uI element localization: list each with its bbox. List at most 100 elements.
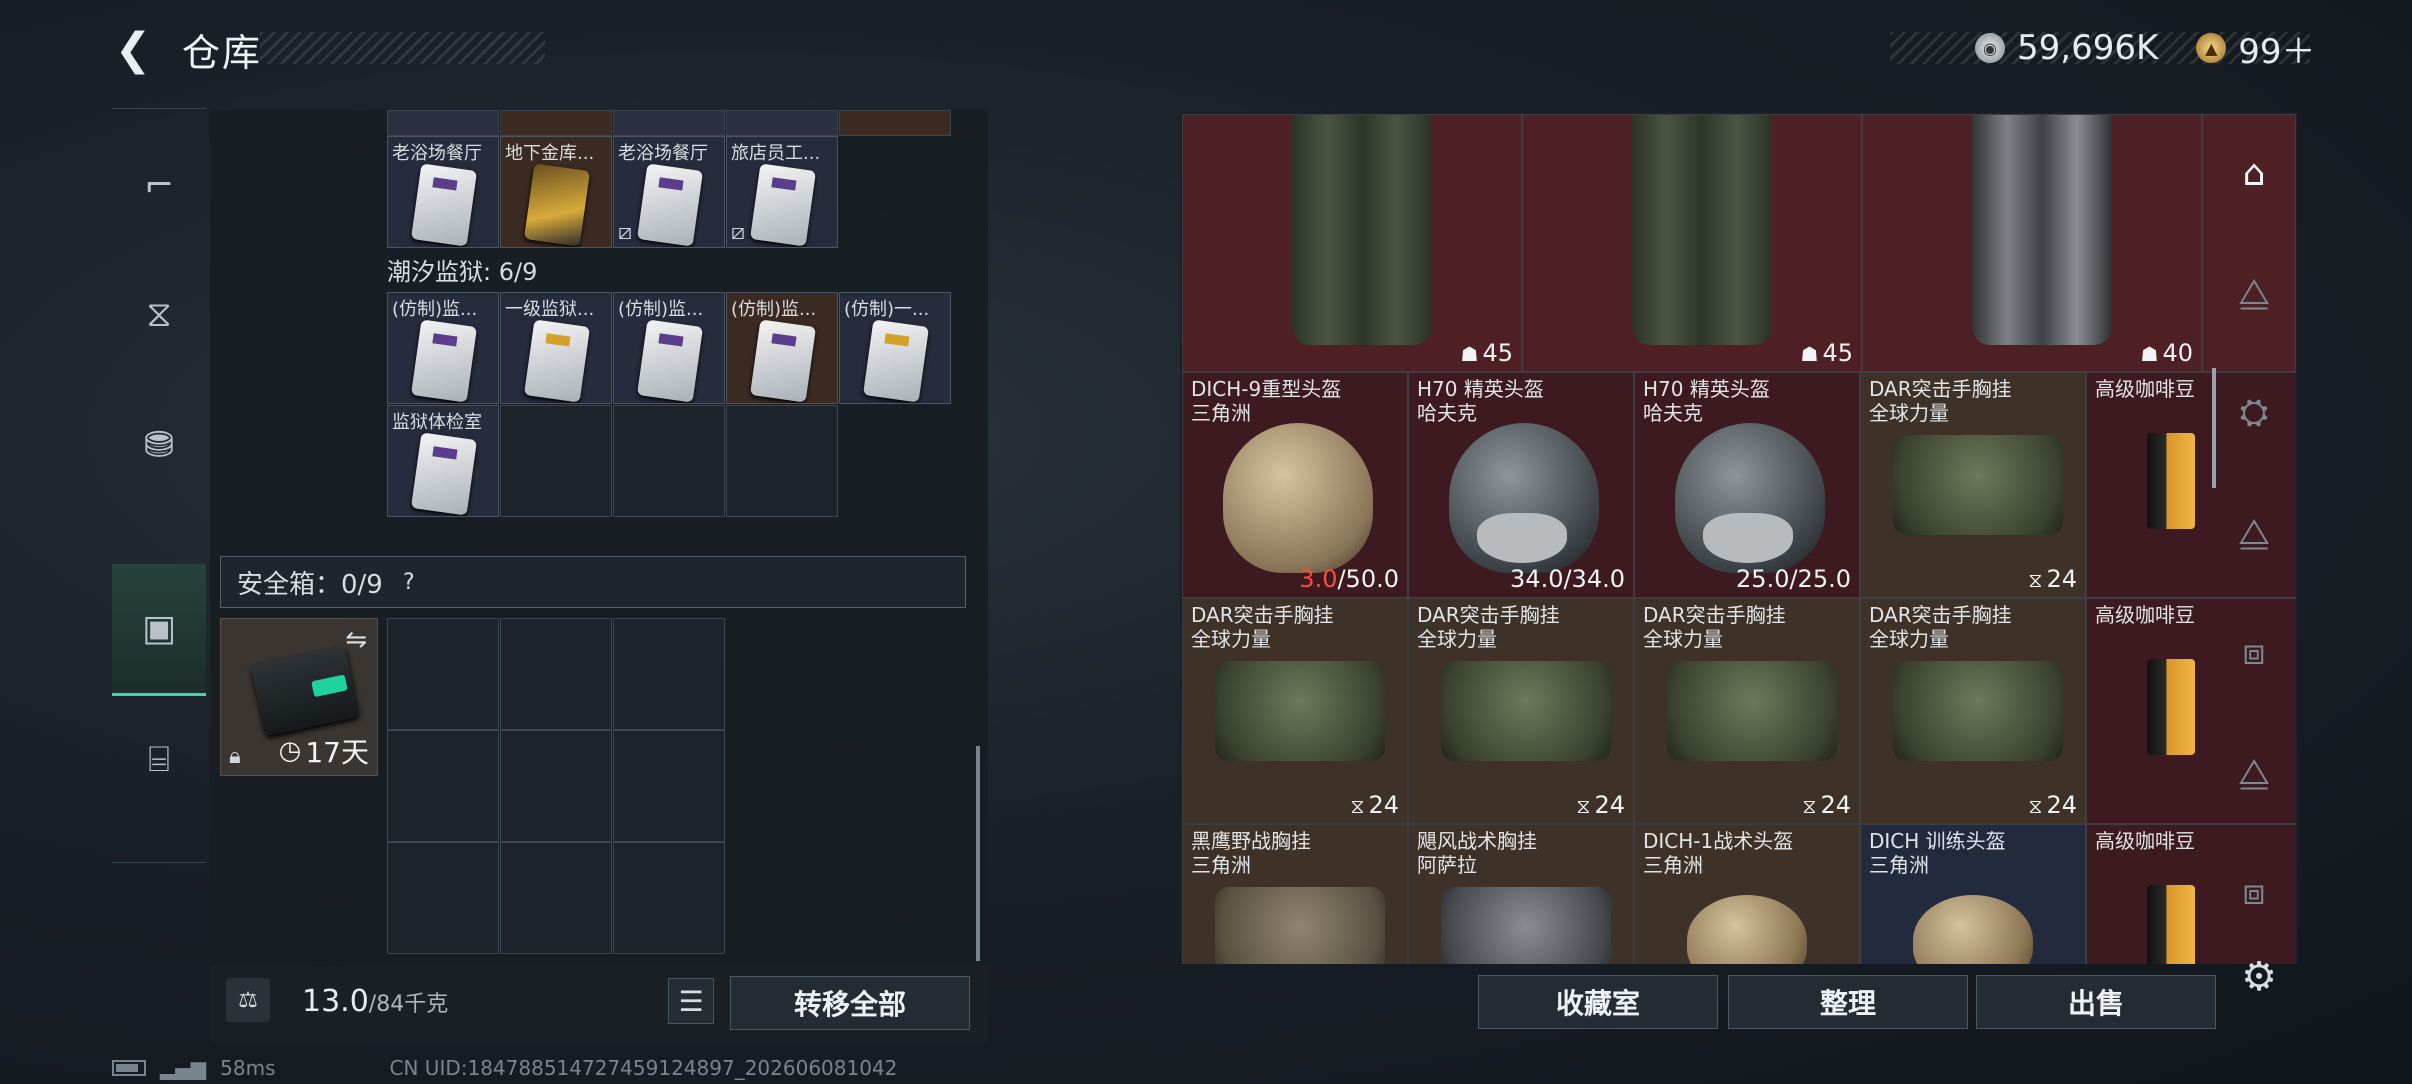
- ping-text: 58ms: [220, 1056, 276, 1080]
- stash-tab-icon[interactable]: ⧈: [2210, 838, 2298, 948]
- stash-home-icon[interactable]: ⌂: [2210, 118, 2298, 228]
- safebox-slot[interactable]: [500, 842, 612, 954]
- stash-item[interactable]: ☗ 45: [1522, 114, 1862, 372]
- item-name: DAR突击手胸挂 全球力量: [1869, 603, 2012, 651]
- empty-slot[interactable]: [726, 405, 838, 517]
- keycard-slot[interactable]: 旅店员工... ⧄: [726, 136, 838, 248]
- stash-item[interactable]: H70 精英头盔 哈夫克 25.0/25.0: [1634, 372, 1860, 598]
- item-capacity: ☗ 45: [1461, 339, 1513, 367]
- safebox-slot[interactable]: [500, 618, 612, 730]
- keycard-slot[interactable]: (仿制)一...: [839, 292, 951, 404]
- empty-slot[interactable]: [613, 405, 725, 517]
- transfer-all-button[interactable]: 转移全部: [730, 976, 970, 1030]
- safebox-case-slot[interactable]: ⇋ 🔒︎ ◷ 17天: [220, 618, 378, 776]
- scrollbar[interactable]: [976, 746, 980, 961]
- keycard-label: (仿制)监...: [731, 299, 817, 320]
- case-icon[interactable]: ▣: [112, 564, 206, 696]
- capacity-value: 24: [2046, 565, 2077, 593]
- stash-item[interactable]: DAR突击手胸挂 全球力量 ⧖ 24: [1860, 372, 2086, 598]
- coffee-image: [2147, 433, 2195, 529]
- grid-cell: [613, 110, 725, 136]
- keycard-slot[interactable]: 一级监狱...: [500, 292, 612, 404]
- item-capacity: ⧖ 24: [1350, 791, 1399, 819]
- stash-grid: ☗ 45 ☗ 45 ☗ 40 DICH-9重型头盔 三角洲 3.0/50.0 H70 精…: [1182, 114, 2296, 964]
- sell-button[interactable]: 出售: [1976, 975, 2216, 1029]
- backpack-icon[interactable]: ⛃: [112, 379, 206, 511]
- toolbox-icon[interactable]: ⌸: [112, 694, 206, 826]
- case-timer-text: 17天: [305, 736, 369, 769]
- prison-section-label: 潮汐监狱: 6/9: [387, 258, 538, 286]
- gun-icon[interactable]: ⌐: [112, 119, 206, 251]
- organize-button[interactable]: 整理: [1728, 975, 1968, 1029]
- helmet-image: [1223, 423, 1373, 573]
- clock-icon: ◷: [278, 736, 302, 766]
- currency-bar: ◉ 59,696K ▲ 99＋: [1975, 26, 2316, 72]
- helmet-image: [1675, 423, 1825, 573]
- weight-max: /84千克: [368, 992, 449, 1017]
- back-arrow-icon[interactable]: ❮: [110, 24, 156, 75]
- safebox-slot[interactable]: [613, 730, 725, 842]
- chest-rig-image: [1441, 887, 1611, 964]
- safebox-slot[interactable]: [387, 618, 499, 730]
- grid-cell: [726, 110, 838, 136]
- stash-tab-icon[interactable]: ⧈: [2210, 598, 2298, 708]
- safebox-slot[interactable]: [387, 842, 499, 954]
- safebox-slot[interactable]: [387, 730, 499, 842]
- stash-item[interactable]: DICH 训练头盔 三角洲: [1860, 824, 2086, 964]
- vest-icon[interactable]: ⧖: [112, 249, 206, 381]
- stash-tab-icon[interactable]: ⧋: [2210, 238, 2298, 348]
- keycard-icon: [410, 319, 478, 403]
- list-view-button[interactable]: ☰: [668, 978, 714, 1024]
- item-name: 高级咖啡豆: [2095, 829, 2195, 853]
- keycard-slot[interactable]: 监狱体检室: [387, 405, 499, 517]
- help-icon[interactable]: ?: [393, 566, 425, 598]
- capacity-value: 45: [1822, 339, 1853, 367]
- stash-item[interactable]: DICH-1战术头盔 三角洲: [1634, 824, 1860, 964]
- keycard-slot[interactable]: (仿制)监...: [387, 292, 499, 404]
- stash-item[interactable]: DAR突击手胸挂 全球力量 ⧖ 24: [1860, 598, 2086, 824]
- stash-tab-icon[interactable]: ⧋: [2210, 718, 2298, 828]
- stash-item[interactable]: DAR突击手胸挂 全球力量 ⧖ 24: [1634, 598, 1860, 824]
- stash-item[interactable]: ☗ 45: [1182, 114, 1522, 372]
- stash-tab-icon[interactable]: ⧋: [2210, 478, 2298, 588]
- keycard-label: 地下金库...: [505, 143, 595, 164]
- safebox-slot[interactable]: [500, 730, 612, 842]
- gold-coin-icon: ▲: [2196, 33, 2227, 63]
- swap-icon[interactable]: ⇋: [345, 625, 367, 655]
- keycard-slot[interactable]: 老浴场餐厅 ⧄: [613, 136, 725, 248]
- stash-item[interactable]: 黑鹰野战胸挂 三角洲: [1182, 824, 1408, 964]
- stash-item[interactable]: 飓风战术胸挂 阿萨拉: [1408, 824, 1634, 964]
- item-name: DAR突击手胸挂 全球力量: [1643, 603, 1786, 651]
- chest-rig-image: [1893, 435, 2063, 535]
- keycard-label: (仿制)监...: [618, 299, 704, 320]
- stash-item[interactable]: H70 精英头盔 哈夫克 34.0/34.0: [1408, 372, 1634, 598]
- capacity-value: 45: [1482, 339, 1513, 367]
- keycard-slot[interactable]: (仿制)监...: [726, 292, 838, 404]
- safe-case-icon: [250, 645, 360, 737]
- silver-coin-icon: ◉: [1975, 33, 2005, 63]
- item-capacity: ⧖ 24: [1576, 791, 1625, 819]
- capacity-icon: ⧖: [2028, 794, 2043, 818]
- keycard-icon: [636, 319, 704, 403]
- stash-item[interactable]: ☗ 40: [1862, 114, 2202, 372]
- stash-item[interactable]: DAR突击手胸挂 全球力量 ⧖ 24: [1408, 598, 1634, 824]
- keycard-label: (仿制)监...: [392, 299, 478, 320]
- item-durability: 34.0/34.0: [1510, 565, 1625, 593]
- safebox-slot[interactable]: [613, 618, 725, 730]
- capacity-value: 40: [2162, 339, 2193, 367]
- gear-icon[interactable]: ⚙: [2236, 954, 2282, 1000]
- stash-item[interactable]: DICH-9重型头盔 三角洲 3.0/50.0: [1182, 372, 1408, 598]
- stash-scrollbar[interactable]: [2212, 368, 2216, 488]
- keycard-slot[interactable]: 地下金库...: [500, 136, 612, 248]
- keycard-slot[interactable]: (仿制)监...: [613, 292, 725, 404]
- stash-tab-icon[interactable]: ⛭: [2210, 358, 2298, 468]
- safebox-slot[interactable]: [613, 842, 725, 954]
- item-name: 飓风战术胸挂 阿萨拉: [1417, 829, 1537, 877]
- empty-slot[interactable]: [500, 405, 612, 517]
- uid-text: CN UID:184788514727459124897_20260608104…: [389, 1056, 898, 1080]
- safebox-header: 安全箱：0/9 ?: [220, 556, 966, 608]
- keycard-slot[interactable]: 老浴场餐厅: [387, 136, 499, 248]
- stash-item[interactable]: DAR突击手胸挂 全球力量 ⧖ 24: [1182, 598, 1408, 824]
- item-name: 高级咖啡豆: [2095, 377, 2195, 401]
- collection-button[interactable]: 收藏室: [1478, 975, 1718, 1029]
